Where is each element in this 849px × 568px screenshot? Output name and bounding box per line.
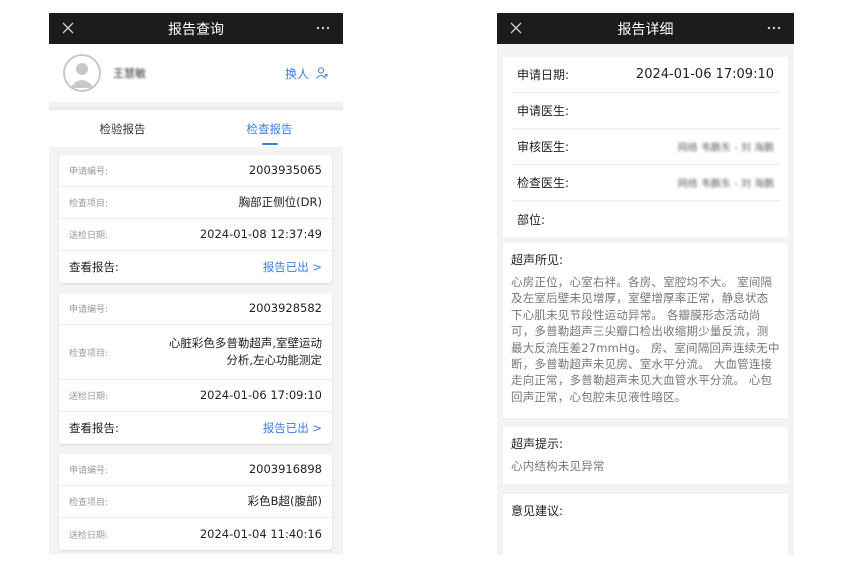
more-icon[interactable] — [315, 20, 331, 36]
user-row: 王慧敏 换人 — [49, 44, 343, 102]
report-card: 申请编号: 2003935065 检查项目: 胸部正侧位(DR) 送检日期: 2… — [59, 155, 332, 283]
send-date-value: 2024-01-08 12:37:49 — [199, 227, 322, 241]
switch-user-label: 换人 — [284, 66, 309, 81]
report-tabs: 检验报告 检查报告 — [49, 106, 343, 147]
findings-body: 心房正位，心室右袢。各房、室腔均不大。 室间隔及左室后壁未见增厚，室壁增厚率正常… — [511, 275, 780, 404]
exam-doctor-label: 检查医生: — [517, 176, 570, 190]
exam-item-label: 检查项目: — [69, 498, 109, 508]
review-doctor-value: 网络 韦鹏东 - 刘 海鹏 — [677, 143, 774, 154]
report-row-exam-item: 检查项目: 胸部正侧位(DR) — [59, 187, 332, 219]
close-icon[interactable] — [508, 20, 524, 36]
switch-user-button[interactable]: 换人 — [285, 65, 329, 82]
page-title: 报告查询 — [168, 21, 224, 38]
exam-item-value: 心脏彩色多普勒超声,室壁运动 分析,左心功能测定 — [169, 335, 322, 369]
send-date-label: 送检日期: — [69, 530, 109, 541]
exam-item-value: 胸部正侧位(DR) — [238, 195, 322, 209]
more-icon[interactable] — [766, 20, 782, 36]
apply-no-value: 2003935065 — [248, 163, 322, 177]
exam-item-line-2: 分析,左心功能测定 — [226, 353, 322, 367]
hint-body: 心内结构未见异常 — [511, 459, 605, 473]
send-date-value: 2024-01-06 17:09:10 — [199, 388, 322, 402]
exam-doctor-value: 网络 韦鹏东 - 刘 海鹏 — [677, 179, 774, 190]
view-report-label: 查看报告: — [69, 421, 119, 435]
apply-no-label: 申请编号: — [69, 167, 109, 177]
report-row-apply-no: 申请编号: 2003928582 — [59, 293, 332, 325]
apply-doctor-label: 申请医生: — [517, 104, 570, 118]
report-list: 申请编号: 2003935065 检查项目: 胸部正侧位(DR) 送检日期: 2… — [59, 155, 332, 554]
avatar-placeholder-icon — [70, 63, 94, 88]
apply-no-value: 2003928582 — [248, 301, 322, 315]
apply-no-value: 2003916898 — [248, 462, 322, 476]
detail-row-exam-doctor: 检查医生: 网络 韦鹏东 - 刘 海鹏 — [511, 165, 780, 201]
review-doctor-label: 审核医生: — [517, 140, 570, 154]
exam-item-line-1: 心脏彩色多普勒超声,室壁运动 — [168, 336, 322, 350]
navbar: 报告详细 — [497, 13, 794, 44]
send-date-value: 2024-01-04 11:40:16 — [199, 526, 322, 541]
advice-section: 意见建议: — [503, 494, 788, 555]
report-ready-link[interactable]: 报告已出 > — [263, 259, 322, 276]
report-row-send-date: 送检日期: 2024-01-06 17:09:10 — [59, 380, 332, 412]
detail-row-apply-date: 申请日期: 2024-01-06 17:09:10 — [511, 57, 780, 93]
close-icon[interactable] — [60, 20, 76, 36]
report-row-apply-no: 申请编号: 2003935065 — [59, 155, 332, 187]
report-detail-screen: 报告详细 申请日期: 2024-01-06 17:09:10 申请医生: 审核医… — [497, 13, 794, 555]
report-row-send-date: 送检日期: 2024-01-04 11:40:16 — [59, 518, 332, 550]
user-name: 王慧敏 — [113, 67, 146, 80]
detail-row-body-part: 部位: — [511, 201, 780, 237]
findings-title: 超声所见: — [511, 253, 564, 267]
avatar — [63, 54, 101, 92]
report-row-exam-item: 检查项目: 彩色B超(腹部) — [59, 486, 332, 518]
apply-date-label: 申请日期: — [517, 68, 570, 82]
apply-no-label: 申请编号: — [69, 305, 109, 315]
tab-lab-report[interactable]: 检验报告 — [49, 110, 196, 147]
report-ready-link[interactable]: 报告已出 > — [263, 420, 322, 437]
report-row-send-date: 送检日期: 2024-01-08 12:37:49 — [59, 219, 332, 251]
navbar: 报告查询 — [49, 13, 343, 44]
detail-info-card: 申请日期: 2024-01-06 17:09:10 申请医生: 审核医生: 网络… — [503, 57, 788, 237]
advice-title: 意见建议: — [511, 504, 564, 518]
report-row-view[interactable]: 查看报告: 报告已出 > — [59, 412, 332, 444]
exam-item-label: 检查项目: — [69, 199, 109, 209]
ultrasound-hint-section: 超声提示: 心内结构未见异常 — [503, 427, 788, 484]
hint-title: 超声提示: — [511, 437, 564, 451]
detail-row-review-doctor: 审核医生: 网络 韦鹏东 - 刘 海鹏 — [511, 129, 780, 165]
exam-item-value: 彩色B超(腹部) — [247, 494, 322, 508]
report-row-apply-no: 申请编号: 2003916898 — [59, 454, 332, 486]
tab-exam-report[interactable]: 检查报告 — [196, 110, 343, 147]
view-report-label: 查看报告: — [69, 260, 119, 274]
exam-item-label: 检查项目: — [69, 348, 109, 359]
switch-user-icon — [316, 67, 328, 79]
apply-no-label: 申请编号: — [69, 466, 109, 476]
report-card: 申请编号: 2003928582 检查项目: 心脏彩色多普勒超声,室壁运动 分析… — [59, 293, 332, 444]
report-row-view[interactable]: 查看报告: 报告已出 > — [59, 251, 332, 283]
ultrasound-findings-section: 超声所见: 心房正位，心室右袢。各房、室腔均不大。 室间隔及左室后壁未见增厚，室… — [503, 243, 788, 418]
apply-date-value: 2024-01-06 17:09:10 — [635, 67, 774, 82]
report-row-exam-item: 检查项目: 心脏彩色多普勒超声,室壁运动 分析,左心功能测定 — [59, 325, 332, 380]
detail-row-apply-doctor: 申请医生: — [511, 93, 780, 129]
page-title: 报告详细 — [617, 21, 674, 38]
send-date-label: 送检日期: — [69, 231, 109, 241]
body-part-label: 部位: — [517, 212, 546, 227]
report-card: 申请编号: 2003916898 检查项目: 彩色B超(腹部) 送检日期: 20… — [59, 454, 332, 550]
report-query-screen: 报告查询 王慧敏 换人 检验报告 检查报告 申请编号: 2003935065 检… — [49, 13, 343, 554]
send-date-label: 送检日期: — [69, 392, 109, 402]
